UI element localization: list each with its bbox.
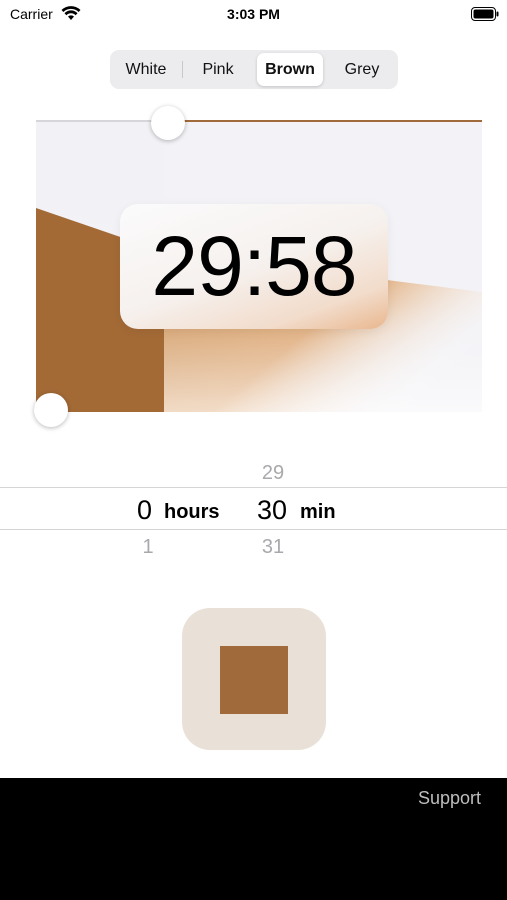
segment-brown-selected[interactable]: Brown (257, 53, 323, 86)
footer-bar: Support (0, 778, 507, 900)
timer-remaining: 29:58 (151, 219, 357, 313)
hours-next-value[interactable]: 1 (128, 536, 168, 559)
stop-icon (220, 646, 288, 714)
stop-button[interactable] (182, 608, 326, 750)
minutes-unit-label: min (300, 501, 336, 523)
minutes-selected-value[interactable]: 30 (257, 495, 287, 526)
status-time: 3:03 PM (227, 6, 280, 22)
noise-color-segmented-control: White Pink Brown Grey (110, 50, 398, 89)
vertical-slider-knob[interactable] (34, 393, 68, 427)
horizontal-slider-knob[interactable] (151, 106, 185, 140)
picker-selection-top-line (0, 487, 507, 488)
status-bar: Carrier 3:03 PM (0, 0, 507, 30)
minutes-next-value[interactable]: 31 (253, 536, 293, 559)
hours-unit-label: hours (164, 501, 220, 523)
battery-icon (471, 7, 499, 21)
minutes-previous-value[interactable]: 29 (253, 462, 293, 485)
segment-pink[interactable]: Pink (182, 50, 254, 89)
segment-grey[interactable]: Grey (326, 50, 398, 89)
timer-card: 29:58 (120, 204, 388, 329)
duration-picker[interactable]: 0 hours 1 29 30 min 31 (0, 455, 507, 565)
segment-white[interactable]: White (110, 50, 182, 89)
picker-selection-bottom-line (0, 529, 507, 530)
support-link[interactable]: Support (418, 788, 481, 809)
hours-selected-value[interactable]: 0 (137, 495, 152, 526)
